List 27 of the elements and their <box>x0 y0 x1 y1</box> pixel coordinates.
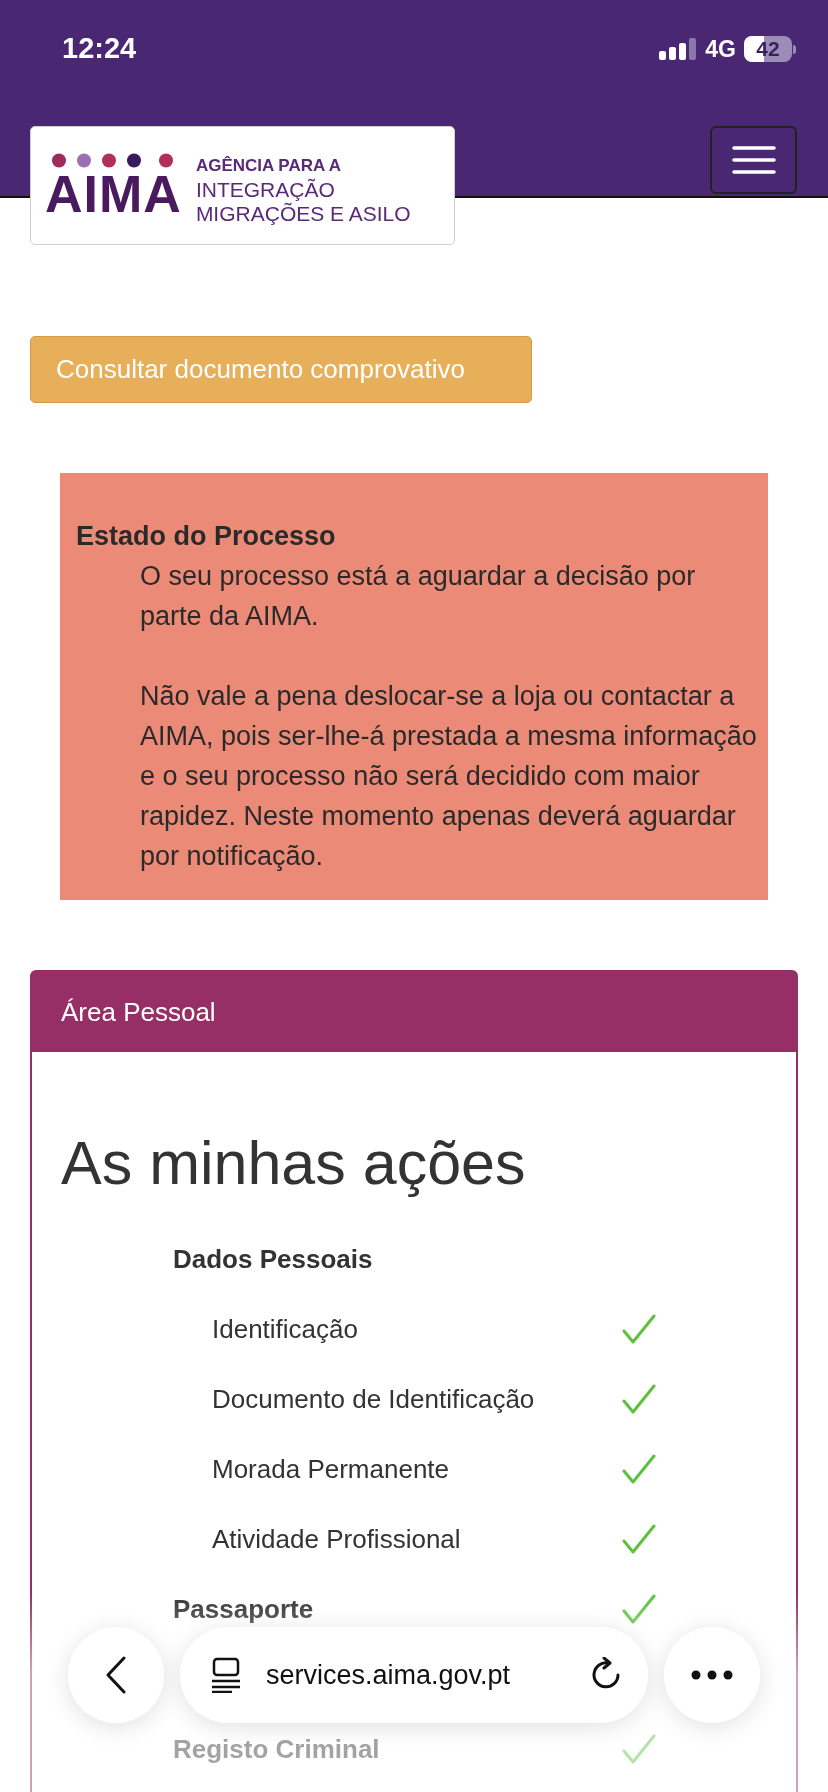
status-time: 12:24 <box>62 31 137 67</box>
alert-text: Não vale a pena deslocar-se a loja ou contactar a AIMA, pois ser-lhe-á prestada a mesma informação e o seu processo não será decidido com maior rapidez. Neste momento apenas deverá aguardar por notificação. <box>140 680 758 873</box>
logo-wordmark: AIMA <box>45 168 182 219</box>
more-icon <box>691 1670 733 1680</box>
alert-text: O seu processo está a aguardar a decisão por parte da AIMA. <box>140 560 697 633</box>
menu-icon <box>731 146 776 174</box>
page-icon <box>210 1657 242 1693</box>
alert-title: Estado do Processo <box>76 520 337 553</box>
action-group: Passaporte <box>173 1589 314 1629</box>
action-item: Morada Permanente <box>212 1452 450 1486</box>
card-title: Área Pessoal <box>61 995 216 1029</box>
logo-tagline: INTEGRAÇÃO <box>195 177 336 202</box>
action-item: Identificação <box>212 1312 358 1346</box>
logo-dots-icon <box>52 152 175 168</box>
action-group: Registo Criminal <box>173 1729 380 1769</box>
menu-button[interactable] <box>710 126 797 194</box>
logo-tagline: AGÊNCIA PARA A <box>195 154 342 177</box>
signal-icon <box>659 38 698 60</box>
section-heading: As minhas ações <box>60 1128 527 1198</box>
chevron-left-icon <box>105 1656 127 1694</box>
action-item: Documento de Identificação <box>212 1382 535 1416</box>
action-item: Atividade Profissional <box>212 1522 461 1556</box>
network-label: 4G <box>705 34 736 64</box>
address-bar[interactable]: services.aima.gov.pt <box>180 1627 648 1723</box>
url-text: services.aima.gov.pt <box>266 1658 512 1692</box>
action-group: Dados Pessoais <box>173 1239 373 1279</box>
logo-tagline: MIGRAÇÕES E ASILO <box>195 201 411 226</box>
